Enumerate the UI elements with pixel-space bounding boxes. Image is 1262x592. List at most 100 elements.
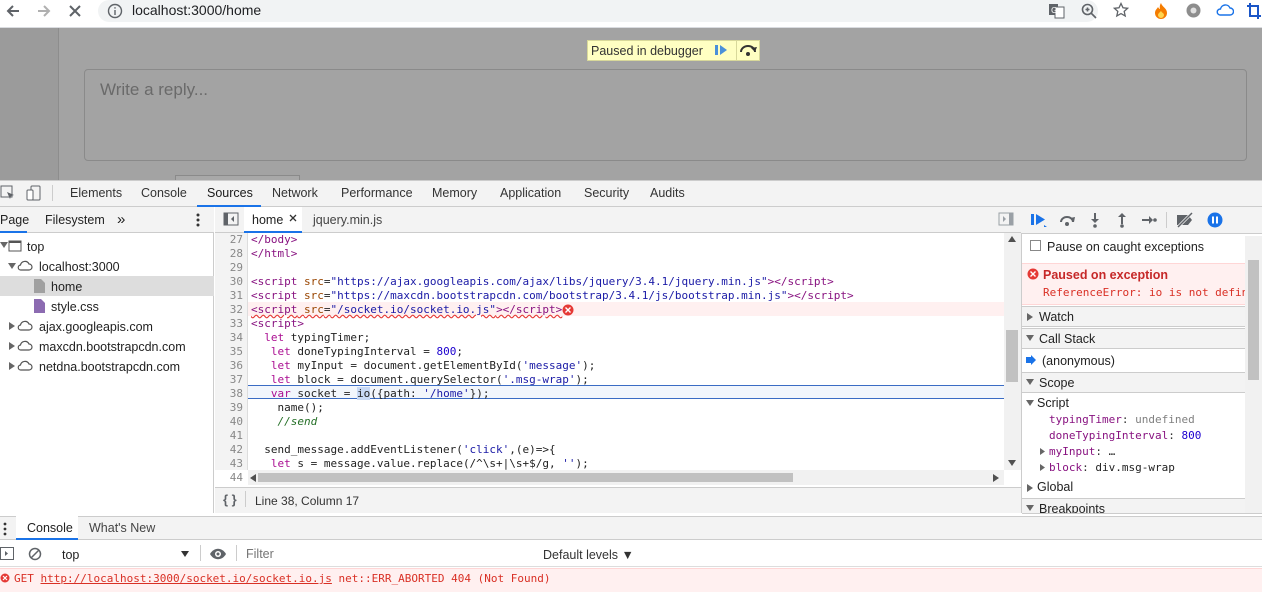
line-number[interactable]: 38 — [215, 387, 243, 400]
collapse-arrow-icon[interactable] — [1026, 400, 1034, 406]
info-icon[interactable] — [107, 3, 123, 19]
tree-item-localhost[interactable]: localhost:3000 — [39, 260, 120, 274]
extension-gear-icon[interactable] — [1185, 2, 1202, 19]
nav-tab-filesystem[interactable]: Filesystem — [45, 213, 105, 227]
editor-tab-jquery[interactable]: jquery.min.js — [313, 213, 382, 227]
extension-crop-icon[interactable] — [1246, 2, 1262, 20]
resume-icon[interactable] — [713, 43, 729, 57]
tree-toggle-closed-icon[interactable] — [8, 342, 16, 350]
expand-arrow-icon[interactable] — [1027, 484, 1033, 492]
tab-console[interactable]: Console — [141, 186, 187, 200]
line-number[interactable]: 34 — [215, 331, 243, 344]
inspect-element-icon[interactable] — [0, 185, 16, 201]
extension-fire-icon[interactable] — [1153, 2, 1169, 20]
scope-var-row[interactable]: myInput: … — [1049, 445, 1115, 458]
live-expression-eye-icon[interactable] — [209, 548, 227, 560]
tab-security[interactable]: Security — [584, 186, 629, 200]
line-number[interactable]: 41 — [215, 429, 243, 442]
step-out-icon[interactable] — [1115, 212, 1129, 228]
collapse-arrow-icon[interactable] — [1026, 505, 1034, 511]
bookmark-star-icon[interactable] — [1113, 2, 1129, 18]
line-number[interactable]: 27 — [215, 233, 243, 246]
tree-item-style-css[interactable]: style.css — [51, 300, 99, 314]
console-sidebar-toggle-icon[interactable] — [0, 547, 14, 560]
nav-menu-kebab-icon[interactable] — [194, 212, 202, 228]
pause-on-exceptions-icon[interactable] — [1207, 212, 1223, 228]
tree-item-maxcdn[interactable]: maxcdn.bootstrapcdn.com — [39, 340, 186, 354]
log-levels-dropdown[interactable]: Default levels ▼ — [543, 548, 634, 562]
line-number[interactable]: 29 — [215, 261, 243, 274]
expand-arrow-icon[interactable] — [1040, 464, 1045, 471]
back-arrow-icon[interactable] — [4, 2, 22, 20]
step-over-icon[interactable] — [1058, 212, 1076, 228]
tab-application[interactable]: Application — [500, 186, 561, 200]
url-text[interactable]: localhost:3000/home — [132, 2, 261, 18]
tab-sources[interactable]: Sources — [207, 186, 253, 200]
tab-audits[interactable]: Audits — [650, 186, 685, 200]
line-number[interactable]: 33 — [215, 317, 243, 330]
drawer-menu-kebab-icon[interactable] — [2, 522, 8, 536]
scroll-up-arrow-icon[interactable] — [1008, 236, 1016, 242]
expand-arrow-icon[interactable] — [1027, 313, 1033, 321]
reply-textarea[interactable] — [84, 69, 1247, 161]
tab-network[interactable]: Network — [272, 186, 318, 200]
call-stack-frame[interactable]: (anonymous) — [1042, 354, 1115, 368]
tree-toggle-closed-icon[interactable] — [8, 322, 16, 330]
error-circle-icon[interactable] — [562, 304, 574, 316]
editor-scroll-thumb[interactable] — [1006, 330, 1018, 382]
line-number[interactable]: 40 — [215, 415, 243, 428]
pretty-print-button[interactable]: { } — [223, 492, 237, 507]
translate-icon[interactable]: G — [1048, 3, 1065, 19]
tab-elements[interactable]: Elements — [70, 186, 122, 200]
debugger-scroll-thumb[interactable] — [1248, 260, 1259, 380]
line-number[interactable]: 35 — [215, 345, 243, 358]
tree-toggle-open-icon[interactable] — [0, 241, 8, 249]
scope-global-label[interactable]: Global — [1037, 480, 1073, 494]
line-number[interactable]: 39 — [215, 401, 243, 414]
line-number[interactable]: 30 — [215, 275, 243, 288]
console-filter-input[interactable] — [240, 544, 535, 564]
tree-toggle-open-icon[interactable] — [8, 262, 16, 270]
drawer-tab-whats-new[interactable]: What's New — [89, 521, 155, 535]
scope-script-label[interactable]: Script — [1037, 396, 1069, 410]
collapse-arrow-icon[interactable] — [1026, 379, 1034, 385]
scroll-right-arrow-icon[interactable] — [993, 474, 999, 482]
dropdown-arrow-icon[interactable] — [181, 551, 189, 557]
scope-var-row[interactable]: block: div.msg-wrap — [1049, 461, 1175, 474]
nav-tab-page[interactable]: Page — [0, 213, 29, 227]
expand-arrow-icon[interactable] — [1040, 448, 1045, 455]
scroll-left-arrow-icon[interactable] — [250, 474, 256, 482]
device-toolbar-icon[interactable] — [26, 185, 42, 201]
close-tab-icon[interactable] — [288, 213, 298, 223]
forward-arrow-icon[interactable] — [35, 2, 53, 20]
resume-icon[interactable] — [1030, 212, 1048, 228]
line-number[interactable]: 43 — [215, 457, 243, 470]
tab-performance[interactable]: Performance — [341, 186, 413, 200]
line-number[interactable]: 37 — [215, 373, 243, 386]
toggle-navigator-icon[interactable] — [223, 212, 239, 226]
line-number[interactable]: 28 — [215, 247, 243, 260]
pause-caught-checkbox[interactable] — [1030, 240, 1041, 251]
clear-console-icon[interactable] — [28, 547, 42, 561]
deactivate-breakpoints-icon[interactable] — [1176, 212, 1194, 228]
console-error-url[interactable]: http://localhost:3000/socket.io/socket.i… — [41, 572, 332, 585]
line-number[interactable]: 42 — [215, 443, 243, 456]
step-into-icon[interactable] — [1088, 212, 1102, 228]
zoom-icon[interactable] — [1081, 3, 1097, 19]
nav-more-tabs[interactable]: » — [117, 211, 125, 228]
step-icon[interactable] — [1141, 213, 1157, 227]
context-selector[interactable]: top — [62, 548, 79, 562]
tree-item-home[interactable]: home — [51, 280, 82, 294]
extension-cloud-icon[interactable] — [1216, 3, 1234, 17]
line-number[interactable]: 36 — [215, 359, 243, 372]
toggle-debugger-icon[interactable] — [998, 212, 1014, 226]
step-over-button[interactable] — [736, 40, 760, 61]
editor-hscroll-thumb[interactable] — [258, 473, 793, 482]
stop-loading-icon[interactable] — [66, 2, 84, 20]
tree-selected-row[interactable] — [0, 276, 214, 296]
tab-memory[interactable]: Memory — [432, 186, 477, 200]
scroll-down-arrow-icon[interactable] — [1008, 460, 1016, 466]
line-number[interactable]: 31 — [215, 289, 243, 302]
tree-item-top[interactable]: top — [27, 240, 44, 254]
tree-item-netdna[interactable]: netdna.bootstrapcdn.com — [39, 360, 180, 374]
